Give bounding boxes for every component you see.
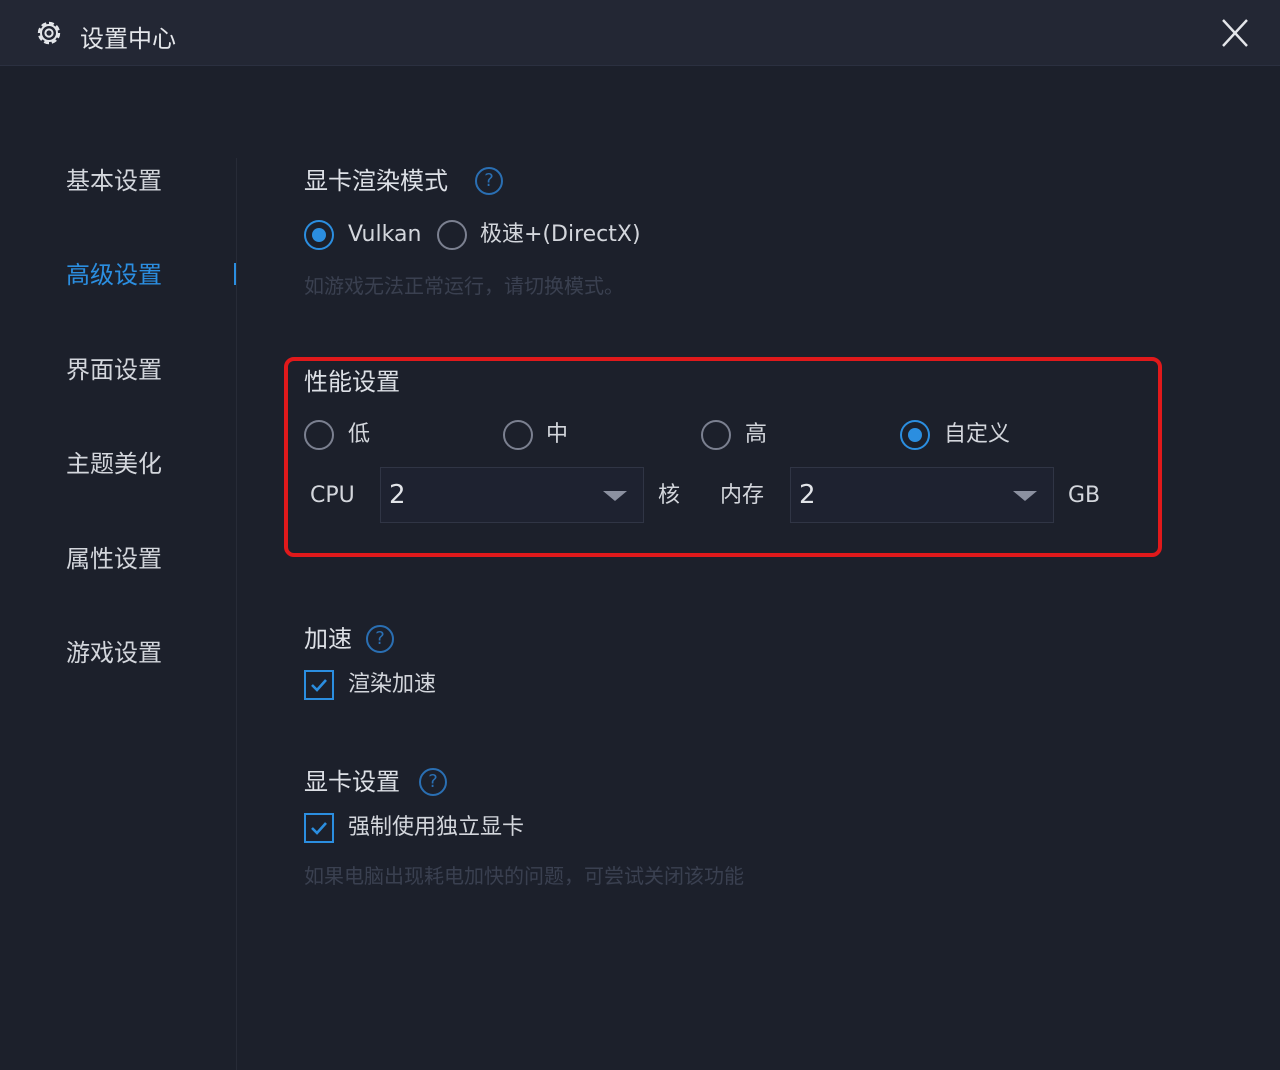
radio-perf-custom[interactable] [900, 420, 930, 450]
radio-directx-label: 极速+(DirectX) [480, 222, 641, 247]
sidebar-item-game[interactable]: 游戏设置 [66, 636, 162, 670]
render-mode-title: 显卡渲染模式 [304, 167, 448, 195]
render-mode-hint: 如游戏无法正常运行，请切换模式。 [304, 274, 624, 298]
sidebar-item-theme[interactable]: 主题美化 [66, 447, 162, 481]
cpu-unit: 核 [658, 483, 681, 508]
sidebar-nav: 基本设置 高级设置 界面设置 主题美化 属性设置 游戏设置 [0, 66, 238, 1070]
sidebar-item-interface[interactable]: 界面设置 [66, 353, 162, 387]
render-accel-checkbox[interactable] [304, 670, 334, 700]
highlight-box [284, 357, 1162, 557]
radio-perf-low-label: 低 [348, 422, 371, 447]
performance-title: 性能设置 [304, 368, 400, 396]
memory-select[interactable]: 2 [790, 467, 1054, 523]
radio-perf-medium[interactable] [503, 420, 533, 450]
window-title: 设置中心 [80, 25, 176, 53]
radio-perf-medium-label: 中 [546, 422, 569, 447]
memory-label: 内存 [720, 483, 765, 508]
radio-perf-high-label: 高 [745, 422, 768, 447]
cpu-label: CPU [310, 483, 355, 508]
render-accel-label: 渲染加速 [348, 672, 437, 697]
gpu-help-icon[interactable]: ? [419, 768, 447, 796]
acceleration-title: 加速 [304, 625, 352, 653]
sidebar-item-basic[interactable]: 基本设置 [66, 164, 162, 198]
gpu-title: 显卡设置 [304, 768, 400, 796]
title-bar: 设置中心 [0, 0, 1280, 66]
radio-directx[interactable] [437, 220, 467, 250]
sidebar-item-advanced[interactable]: 高级设置 [66, 258, 162, 292]
gear-icon [37, 21, 61, 45]
force-gpu-label: 强制使用独立显卡 [348, 815, 525, 840]
radio-perf-low[interactable] [304, 420, 334, 450]
gpu-hint: 如果电脑出现耗电加快的问题，可尝试关闭该功能 [304, 864, 744, 888]
render-mode-help-icon[interactable]: ? [475, 167, 503, 195]
cpu-select[interactable]: 2 [380, 467, 644, 523]
acceleration-help-icon[interactable]: ? [366, 625, 394, 653]
memory-unit: GB [1068, 483, 1101, 508]
close-icon[interactable] [1218, 18, 1252, 48]
sidebar-divider [236, 158, 237, 1070]
chevron-down-icon [1013, 491, 1037, 501]
radio-perf-custom-label: 自定义 [944, 422, 1011, 447]
force-gpu-checkbox[interactable] [304, 813, 334, 843]
cpu-select-value: 2 [389, 480, 406, 510]
chevron-down-icon [603, 491, 627, 501]
radio-vulkan[interactable] [304, 220, 334, 250]
radio-perf-high[interactable] [701, 420, 731, 450]
sidebar-item-properties[interactable]: 属性设置 [66, 542, 162, 576]
check-icon [311, 822, 327, 835]
check-icon [311, 679, 327, 692]
memory-select-value: 2 [799, 480, 816, 510]
radio-vulkan-label: Vulkan [348, 222, 422, 247]
